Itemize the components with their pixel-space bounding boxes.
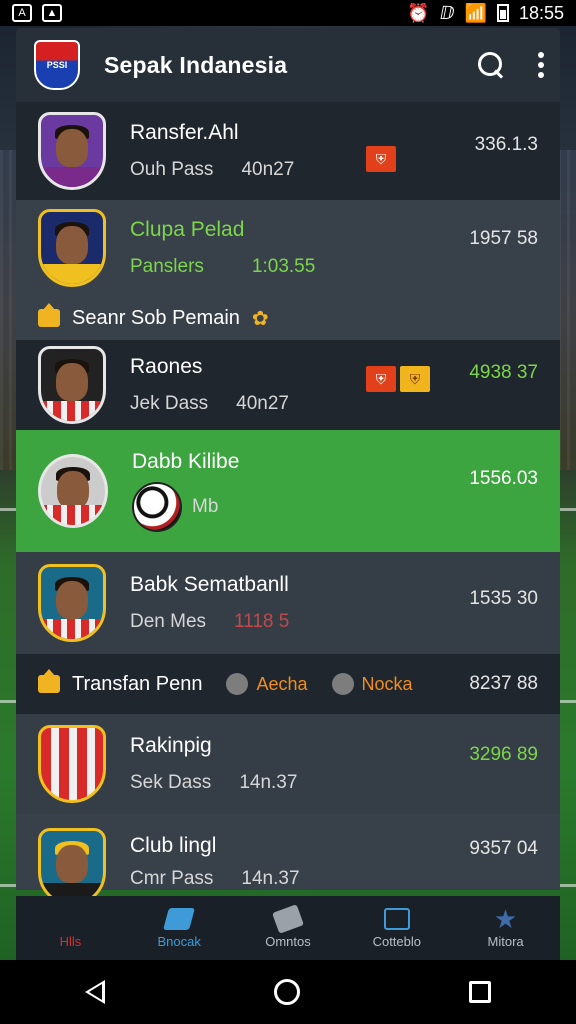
tag-icon [272, 903, 304, 934]
list-item[interactable]: Ransfer.Ahl Ouh Pass 40n27 ⛨ 336.1.3 [16, 102, 560, 200]
player-avatar [38, 828, 106, 896]
nav-item-favorites[interactable]: ★ Mitora [451, 896, 560, 960]
football-icon [132, 482, 182, 532]
nav-label: Hlls [59, 933, 82, 949]
crown-icon [38, 669, 60, 693]
player-avatar [38, 112, 106, 190]
section-header: Seanr Sob Pemain ✿ [16, 296, 560, 340]
player-sub-left: Cmr Pass [130, 868, 214, 889]
bottom-navigation: Hlls Bnocak Omntos Cotteblo ★ Mitora [16, 896, 560, 960]
list-item-selected[interactable]: Dabb Kilibe Mb 1556.03 [16, 430, 560, 552]
nav-label: Mitora [487, 933, 524, 949]
player-value: 9357 04 [469, 838, 538, 859]
player-name: Clupa Pelad [130, 218, 245, 241]
player-sub-right: 14n.37 [239, 772, 298, 793]
shield-badge-icon: ⛨ [366, 146, 396, 172]
player-name: Club lingl [130, 834, 217, 857]
more-vert-icon[interactable] [538, 52, 544, 78]
transfer-section: Transfan Penn Aecha Nocka 8237 88 [16, 654, 560, 714]
player-sub-right: 1:03.55 [251, 256, 316, 277]
player-sub-left: Den Mes [130, 611, 207, 632]
app-bar: PSSI Sepak Indanesia [16, 28, 560, 102]
club-crest [38, 725, 106, 803]
list-item[interactable]: Clupa Pelad Panslers 1:03.55 1957 58 [16, 200, 560, 296]
player-name: Rakinpig [130, 734, 212, 757]
player-value: 1535 30 [469, 588, 538, 609]
player-sub-right: 40n27 [236, 393, 289, 414]
recent-apps-icon[interactable] [469, 981, 492, 1003]
player-value: 1957 58 [469, 228, 538, 249]
player-sub-left: Mb [192, 496, 219, 517]
filter-chip[interactable]: Aecha [226, 673, 308, 695]
home-button-icon[interactable] [273, 979, 300, 1005]
nav-label: Cotteblo [372, 933, 421, 949]
trophy-icon: ✿ [251, 307, 269, 330]
player-avatar [38, 564, 106, 642]
player-value: 336.1.3 [474, 134, 538, 155]
list-item[interactable]: Rakinpig Sek Dass 14n.37 3296 89 [16, 714, 560, 814]
status-bar: A ▲ ⏰ ⅅ 📶 18:55 [0, 0, 576, 26]
nav-item-home[interactable]: Hlls [16, 896, 125, 960]
star-icon: ★ [493, 903, 518, 934]
chip-icon [226, 673, 249, 695]
crown-icon [38, 303, 60, 327]
page-title: Sepak Indanesia [104, 51, 288, 78]
nav-label: Omntos [265, 933, 311, 949]
status-time: 18:55 [518, 2, 564, 23]
player-avatar [38, 454, 108, 528]
list-item[interactable]: Raones Jek Dass 40n27 ⛨ ⛨ 4938 37 [16, 340, 560, 430]
nav-item-match[interactable]: Cotteblo [342, 896, 451, 960]
vibrate-icon: ⅅ [439, 2, 455, 23]
chip-icon [331, 673, 354, 695]
wifi-icon: 📶 [464, 2, 487, 23]
section-label: Seanr Sob Pemain [72, 306, 240, 329]
section-label: Transfan Penn [72, 672, 203, 695]
nav-label: Bnocak [157, 933, 201, 949]
nav-item-transfer[interactable]: Bnocak [125, 896, 234, 960]
nav-item-tag[interactable]: Omntos [234, 896, 343, 960]
shield-badge-icon: ⛨ [366, 366, 396, 392]
battery-icon [496, 4, 509, 22]
player-name: Raones [130, 355, 203, 378]
shield-badge-icon: ⛨ [400, 366, 430, 392]
player-value: 4938 37 [469, 362, 538, 383]
section-value: 8237 88 [469, 673, 538, 694]
alarm-icon: ⏰ [407, 2, 430, 23]
player-avatar [38, 209, 106, 287]
player-name: Dabb Kilibe [132, 450, 240, 473]
list-item[interactable]: Babk Sematbanll Den Mes 1118 5 1535 30 [16, 552, 560, 654]
app-panel: PSSI Sepak Indanesia Ransfer.Ahl Ouh Pas… [16, 28, 560, 896]
player-sub-left: Panslers [130, 256, 204, 277]
player-name: Ransfer.Ahl [130, 121, 239, 144]
search-icon[interactable] [478, 52, 504, 78]
player-sub-right: 14n.37 [241, 868, 300, 889]
player-sub-left: Ouh Pass [130, 159, 214, 180]
player-value: 1556.03 [469, 468, 538, 489]
player-sub-right: 40n27 [241, 159, 295, 180]
player-avatar [38, 346, 106, 424]
notification-icon: A [12, 4, 32, 22]
filter-chip[interactable]: Nocka [331, 673, 413, 695]
app-logo[interactable]: PSSI [34, 40, 80, 90]
home-icon [57, 908, 83, 930]
back-icon[interactable] [84, 980, 105, 1004]
player-sub-left: Sek Dass [130, 772, 212, 793]
list-item[interactable]: Club lingl Cmr Pass 14n.37 9357 04 [16, 814, 560, 896]
notification-icon: ▲ [42, 4, 62, 22]
system-navigation-bar [0, 960, 576, 1024]
match-icon [383, 907, 410, 930]
player-sub-right: 1118 5 [234, 611, 290, 632]
player-value: 3296 89 [469, 744, 538, 765]
transfer-icon [163, 907, 196, 930]
player-name: Babk Sematbanll [130, 573, 289, 596]
player-sub-left: Jek Dass [130, 393, 209, 414]
